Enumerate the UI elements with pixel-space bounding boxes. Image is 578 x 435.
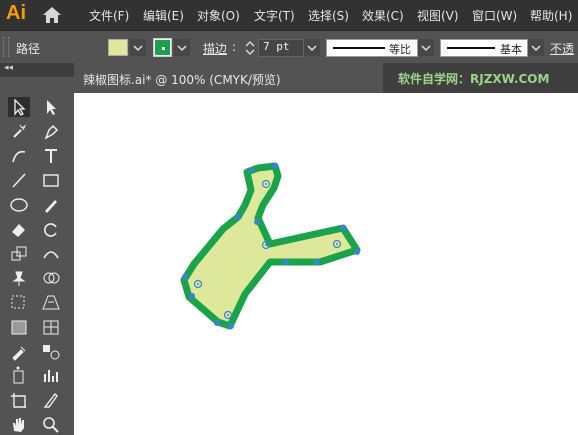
chili-shape[interactable] (180, 162, 361, 330)
artwork (180, 162, 361, 330)
